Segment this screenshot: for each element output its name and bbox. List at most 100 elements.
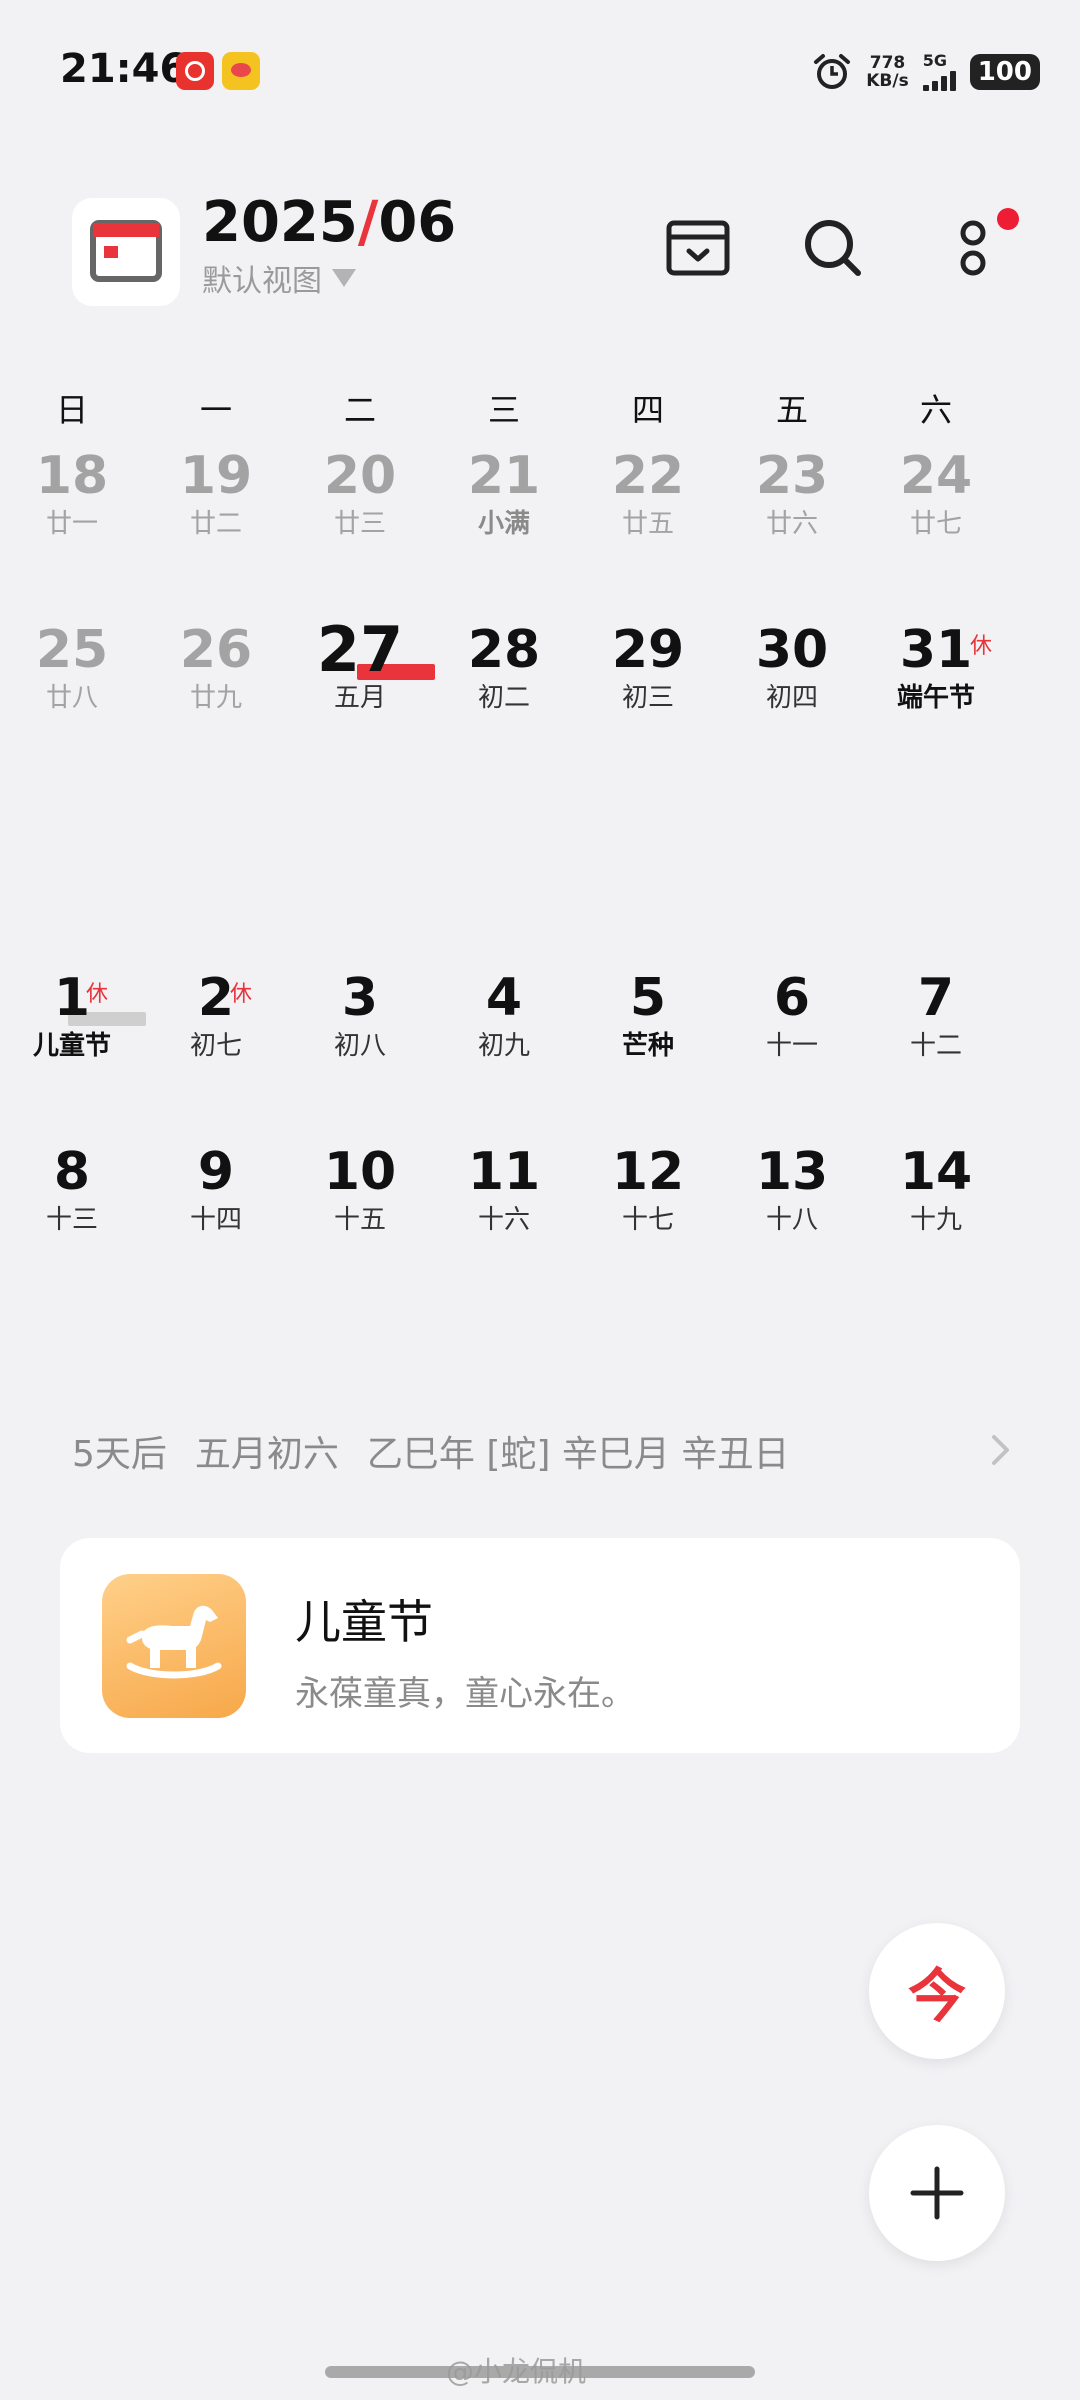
day-cell-today[interactable]: 27 五月 [288, 614, 432, 744]
weekday-header: 日 一 二 三 四 五 六 [0, 385, 1080, 431]
day-number: 25 [35, 620, 109, 680]
lunar-label: 初九 [477, 1031, 530, 1061]
weekday-label: 一 [199, 391, 232, 429]
day-cell[interactable]: 10 十五 [288, 1136, 432, 1266]
day-number: 24 [899, 446, 973, 506]
day-number: 3 [341, 968, 379, 1028]
inbox-button[interactable] [660, 210, 736, 286]
day-cell[interactable]: 13 十八 [720, 1136, 864, 1266]
day-number: 7 [917, 968, 955, 1028]
event-card[interactable]: 儿童节 永葆童真，童心永在。 [60, 1538, 1020, 1753]
add-event-button[interactable] [869, 2125, 1005, 2261]
weekday-label: 二 [343, 391, 376, 429]
more-button[interactable] [935, 208, 1019, 286]
day-cell[interactable]: 8 十三 [0, 1136, 144, 1266]
lunar-label: 初二 [477, 683, 530, 713]
day-cell[interactable]: 4 初九 [432, 962, 576, 1092]
notification-dot [997, 208, 1019, 230]
chevron-right-icon [992, 1435, 1009, 1465]
day-number: 10 [323, 1142, 397, 1202]
day-cell[interactable]: 20 廿三 [288, 440, 432, 570]
alarm-icon [814, 54, 851, 89]
day-number: 8 [53, 1142, 91, 1202]
day-cell[interactable]: 19 廿二 [144, 440, 288, 570]
week-row: 18 廿一 19 廿二 20 廿三 21 小满 22 廿五 23 廿六 24 廿七 [0, 440, 1080, 570]
weekday-label: 日 [55, 391, 88, 429]
inbox-icon [666, 220, 730, 276]
day-cell[interactable]: 9 十四 [144, 1136, 288, 1266]
holiday-mark: 休 [970, 634, 993, 659]
day-cell[interactable]: 3 初八 [288, 962, 432, 1092]
date-info-row[interactable]: 5天后 五月初六 乙巳年 [蛇] 辛巳月 辛丑日 [72, 1425, 1012, 1477]
day-cell[interactable]: 14 十九 [864, 1136, 1008, 1266]
lunar-label: 十八 [765, 1205, 818, 1235]
signal-icon: 5G [922, 51, 956, 91]
day-cell[interactable]: 26 廿九 [144, 614, 288, 744]
holiday-mark: 休 [86, 982, 109, 1007]
weekday-label: 五 [775, 391, 808, 429]
day-cell[interactable]: 21 小满 [432, 440, 576, 570]
lunar-label: 初四 [765, 683, 818, 713]
lunar-label: 十一 [765, 1031, 818, 1061]
day-number: 29 [611, 620, 685, 680]
month-label: 06 [378, 190, 457, 255]
search-icon [805, 220, 861, 276]
day-number: 27 [316, 613, 404, 686]
day-cell[interactable]: 25 廿八 [0, 614, 144, 744]
lunar-label: 廿三 [333, 509, 386, 539]
lunar-date: 五月初六 [194, 1434, 339, 1475]
search-button[interactable] [795, 210, 871, 286]
today-button[interactable]: 今 [869, 1923, 1005, 2059]
month-title[interactable]: 2025/06 [202, 190, 456, 255]
lunar-label: 初七 [189, 1031, 242, 1061]
lunar-label: 十六 [477, 1205, 530, 1235]
network-type: 5G [922, 51, 947, 70]
day-number: 6 [773, 968, 811, 1028]
net-speed: 778 KB/s [866, 54, 908, 90]
day-cell[interactable]: 7 十二 [864, 962, 1008, 1092]
day-cell[interactable]: 31 休端午节 [864, 614, 1008, 744]
day-cell[interactable]: 11 十六 [432, 1136, 576, 1266]
day-number: 2 [197, 968, 235, 1028]
rocking-horse-icon [102, 1574, 246, 1718]
day-cell[interactable]: 12 十七 [576, 1136, 720, 1266]
day-cell[interactable]: 23 廿六 [720, 440, 864, 570]
week-row: 25 廿八 26 廿九 27 五月 28 初二 29 初三 30 初四 31 休端午节 [0, 614, 1080, 744]
day-cell[interactable]: 6 十一 [720, 962, 864, 1092]
day-cell[interactable]: 29 初三 [576, 614, 720, 744]
day-cell[interactable]: 2 休初七 [144, 962, 288, 1092]
lunar-label: 廿一 [45, 509, 98, 539]
calendar-app-icon[interactable] [72, 198, 180, 306]
day-number: 28 [467, 620, 541, 680]
day-number: 9 [197, 1142, 235, 1202]
battery-icon: 100 [969, 54, 1040, 90]
lunar-label: 廿六 [765, 509, 818, 539]
day-cell[interactable]: 18 廿一 [0, 440, 144, 570]
caret-down-icon [332, 269, 356, 287]
day-cell[interactable]: 22 廿五 [576, 440, 720, 570]
day-number: 4 [485, 968, 523, 1028]
day-number: 5 [629, 968, 667, 1028]
ganzhi-date: 乙巳年 [蛇] 辛巳月 辛丑日 [366, 1434, 790, 1475]
day-number: 30 [755, 620, 829, 680]
lunar-label: 小满 [477, 509, 530, 539]
day-cell[interactable]: 5 芒种 [576, 962, 720, 1092]
holiday-mark: 休 [230, 982, 253, 1007]
lunar-label: 廿二 [189, 509, 242, 539]
day-cell[interactable]: 24 廿七 [864, 440, 1008, 570]
day-cell[interactable]: 30 初四 [720, 614, 864, 744]
weekday-label: 四 [631, 391, 664, 429]
day-number: 18 [35, 446, 109, 506]
netease-music-icon [176, 52, 214, 90]
lunar-label: 十七 [621, 1205, 674, 1235]
weibo-icon [222, 52, 260, 90]
day-number: 19 [179, 446, 253, 506]
view-selector[interactable]: 默认视图 [202, 256, 356, 300]
week-row: 1 休儿童节 2 休初七 3 初八 4 初九 5 芒种 6 十一 7 十二 [0, 962, 1080, 1092]
lunar-label: 十四 [189, 1205, 242, 1235]
lunar-label: 十三 [45, 1205, 98, 1235]
day-cell-selected[interactable]: 1 休儿童节 [0, 962, 144, 1092]
day-number: 14 [899, 1142, 973, 1202]
lunar-label: 初八 [333, 1031, 386, 1061]
day-cell[interactable]: 28 初二 [432, 614, 576, 744]
